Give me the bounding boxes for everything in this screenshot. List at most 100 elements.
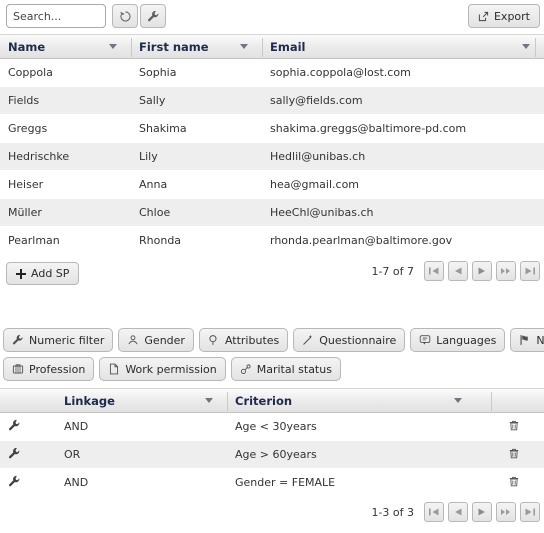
wrench-icon <box>8 475 21 491</box>
cell-first-name: Rhonda <box>139 234 182 247</box>
edit-criterion-button[interactable] <box>0 447 56 463</box>
column-header-delete <box>476 388 544 413</box>
cell-criterion: Age > 60years <box>235 448 317 461</box>
flag-icon <box>519 334 531 346</box>
chevron-down-icon[interactable] <box>522 44 530 49</box>
column-header-name[interactable]: Name <box>0 34 131 59</box>
previous-page-button[interactable] <box>448 502 468 522</box>
trash-icon <box>508 447 520 463</box>
refresh-button[interactable] <box>112 4 138 28</box>
fast-forward-page-button[interactable] <box>496 261 516 281</box>
table-row[interactable]: AND Age < 30years <box>0 413 544 441</box>
cell-criterion: Age < 30years <box>235 420 317 433</box>
filter-questionnaire-button[interactable]: Questionnaire <box>293 328 406 352</box>
cell-first-name: Sophia <box>139 66 177 79</box>
filter-languages-button[interactable]: Languages <box>410 328 506 352</box>
export-button[interactable]: Export <box>467 4 540 28</box>
cell-first-name: Anna <box>139 178 168 191</box>
cell-email: rhonda.pearlman@baltimore.gov <box>270 234 453 247</box>
cell-email: sally@fields.com <box>270 94 363 107</box>
table-row[interactable]: AND Gender = FEMALE <box>0 469 544 497</box>
criteria-table-footer: 1-3 of 3 <box>0 497 544 533</box>
edit-criterion-button[interactable] <box>0 419 56 435</box>
table-row[interactable]: OR Age > 60years <box>0 441 544 469</box>
previous-page-button[interactable] <box>448 261 468 281</box>
fast-forward-page-button[interactable] <box>496 502 516 522</box>
cell-first-name: Lily <box>139 150 158 163</box>
magnifier-icon <box>208 334 220 346</box>
filter-gender-button[interactable]: Gender <box>118 328 194 352</box>
delete-criterion-button[interactable] <box>476 419 544 435</box>
cell-name: Heiser <box>8 178 44 191</box>
criteria-table-header: Linkage Criterion <box>0 388 544 413</box>
filter-row-2: Profession Work permission Marital statu… <box>0 357 544 386</box>
column-header-tools <box>0 388 56 413</box>
add-sp-button[interactable]: Add SP <box>6 262 80 285</box>
cell-email: hea@gmail.com <box>270 178 360 191</box>
table-row[interactable]: Heiser Anna hea@gmail.com <box>0 171 544 199</box>
delete-criterion-button[interactable] <box>476 475 544 491</box>
cell-first-name: Sally <box>139 94 166 107</box>
criteria-pagination: 1-3 of 3 <box>371 502 540 522</box>
filter-label: Languages <box>436 333 497 347</box>
filter-attributes-button[interactable]: Attributes <box>198 328 289 352</box>
delete-criterion-button[interactable] <box>476 447 544 463</box>
chevron-down-icon[interactable] <box>109 44 117 49</box>
chevron-down-icon[interactable] <box>240 44 248 49</box>
people-table-header: Name First name Email <box>0 34 544 59</box>
cell-email: Hedlil@unibas.ch <box>270 150 366 163</box>
column-header-name-label: Name <box>8 39 46 54</box>
add-sp-label: Add SP <box>31 267 70 280</box>
edit-criterion-button[interactable] <box>0 475 56 491</box>
filter-marital-status-button[interactable]: Marital status <box>230 357 341 381</box>
filter-work-permission-button[interactable]: Work permission <box>99 357 226 381</box>
table-row[interactable]: Coppola Sophia sophia.coppola@lost.com <box>0 59 544 87</box>
cell-linkage: AND <box>64 420 89 433</box>
wrench-icon <box>8 447 21 463</box>
first-page-button[interactable] <box>424 261 444 281</box>
cell-first-name: Shakima <box>139 122 187 135</box>
criteria-table: Linkage Criterion AND Age < 30years OR A… <box>0 388 544 533</box>
table-row[interactable]: Fields Sally sally@fields.com <box>0 87 544 115</box>
table-row[interactable]: Müller Chloe HeeChl@unibas.ch <box>0 199 544 227</box>
table-row[interactable]: Hedrischke Lily Hedlil@unibas.ch <box>0 143 544 171</box>
speech-bubble-icon <box>419 334 431 346</box>
cell-name: Greggs <box>8 122 48 135</box>
chevron-down-icon[interactable] <box>454 398 462 403</box>
column-header-linkage[interactable]: Linkage <box>56 388 227 413</box>
export-label: Export <box>493 9 530 23</box>
column-header-email[interactable]: Email <box>262 34 544 59</box>
filter-nationality-button[interactable]: Nationality <box>510 328 544 352</box>
filter-label: Questionnaire <box>319 333 397 347</box>
people-table: Name First name Email Coppola Sophia sop… <box>0 34 544 291</box>
search-input[interactable] <box>6 4 106 28</box>
filter-label: Attributes <box>224 333 280 347</box>
wrench-icon <box>8 419 21 435</box>
settings-button[interactable] <box>140 4 166 28</box>
cell-email: sophia.coppola@lost.com <box>270 66 411 79</box>
person-icon <box>127 334 139 346</box>
people-pagination: 1-7 of 7 <box>371 261 540 281</box>
first-page-button[interactable] <box>424 502 444 522</box>
column-header-first-name-label: First name <box>139 39 209 54</box>
last-page-button[interactable] <box>520 261 540 281</box>
filter-numeric-filter-button[interactable]: Numeric filter <box>3 328 114 352</box>
filter-label: Marital status <box>256 362 332 376</box>
chevron-down-icon[interactable] <box>205 398 213 403</box>
cell-name: Pearlman <box>8 234 60 247</box>
external-link-icon <box>478 11 489 22</box>
filter-row-1: Numeric filter Gender Attributes Questio… <box>0 328 544 357</box>
column-header-criterion[interactable]: Criterion <box>227 388 476 413</box>
table-row[interactable]: Greggs Shakima shakima.greggs@baltimore-… <box>0 115 544 143</box>
next-page-button[interactable] <box>472 502 492 522</box>
column-header-first-name[interactable]: First name <box>131 34 262 59</box>
next-page-button[interactable] <box>472 261 492 281</box>
people-pagination-range: 1-7 of 7 <box>371 264 414 278</box>
last-page-button[interactable] <box>520 502 540 522</box>
filter-label: Nationality <box>536 333 544 347</box>
top-toolbar: Export <box>0 0 544 34</box>
table-row[interactable]: Pearlman Rhonda rhonda.pearlman@baltimor… <box>0 227 544 255</box>
filter-profession-button[interactable]: Profession <box>3 357 95 381</box>
column-separator[interactable] <box>535 38 536 57</box>
cell-first-name: Chloe <box>139 206 171 219</box>
